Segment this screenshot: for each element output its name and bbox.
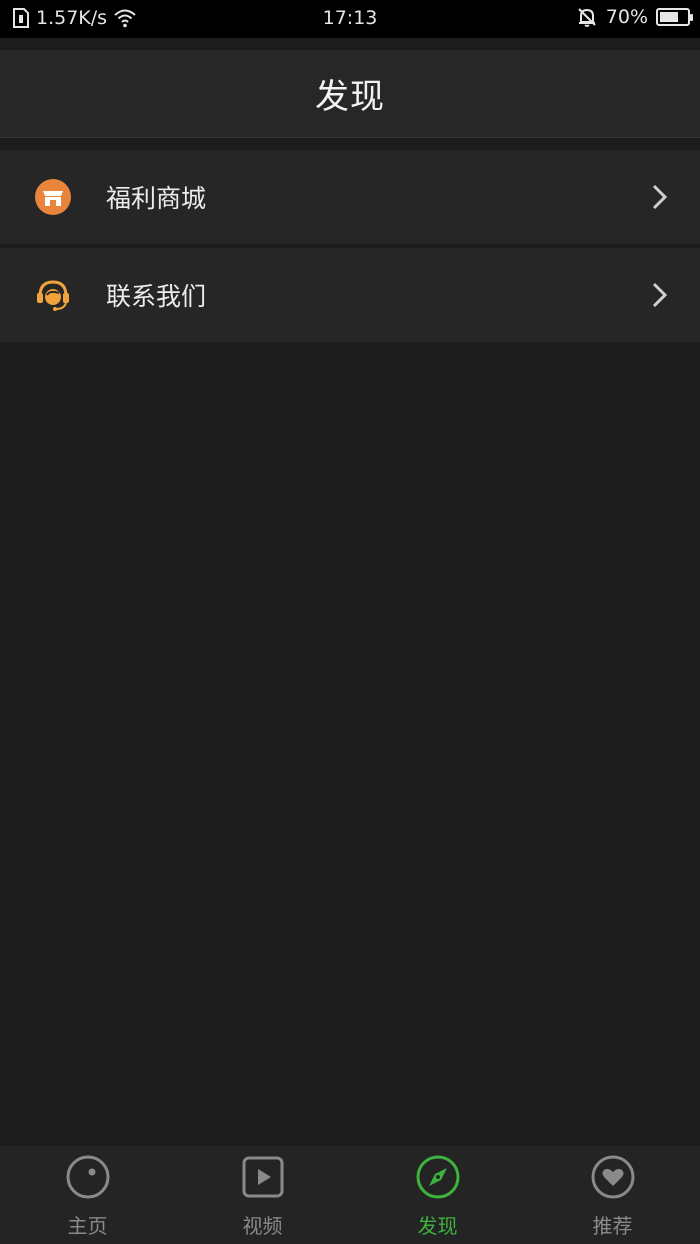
video-icon — [242, 1156, 283, 1198]
tab-discover[interactable]: 发现 — [350, 1146, 525, 1244]
menu-list: 福利商城 联系我们 — [0, 150, 700, 346]
menu-item-contact[interactable]: 联系我们 — [0, 248, 700, 342]
status-right: 70% — [576, 6, 693, 28]
menu-item-store[interactable]: 福利商城 — [0, 150, 700, 244]
tab-home[interactable]: 主页 — [0, 1146, 175, 1244]
headset-icon — [37, 280, 69, 311]
battery-icon — [656, 8, 693, 26]
tab-label: 主页 — [67, 1214, 108, 1238]
tab-label: 发现 — [417, 1214, 458, 1238]
home-icon — [66, 1155, 109, 1199]
screen: 1.57K/s 17:13 70% 发现 福利商城 联系我们 主页 视频 发现 … — [0, 0, 700, 1244]
tab-video[interactable]: 视频 — [175, 1146, 350, 1244]
status-bar: 1.57K/s 17:13 70% — [0, 0, 700, 38]
chevron-right-icon — [652, 282, 668, 308]
store-icon — [35, 179, 71, 215]
menu-item-label: 福利商城 — [106, 184, 207, 213]
tab-label: 推荐 — [592, 1214, 633, 1238]
compass-icon — [416, 1155, 459, 1199]
tab-label: 视频 — [242, 1214, 283, 1238]
tab-bar: 主页 视频 发现 推荐 — [0, 1146, 700, 1244]
heart-icon — [591, 1155, 634, 1199]
mute-bell-icon — [578, 8, 596, 27]
battery-percent: 70% — [605, 6, 648, 28]
tab-recommend[interactable]: 推荐 — [525, 1146, 700, 1244]
chevron-right-icon — [652, 184, 668, 210]
app-header: 发现 — [0, 50, 700, 138]
page-title: 发现 — [315, 77, 385, 117]
battery-level — [660, 12, 679, 22]
menu-item-label: 联系我们 — [106, 282, 207, 311]
